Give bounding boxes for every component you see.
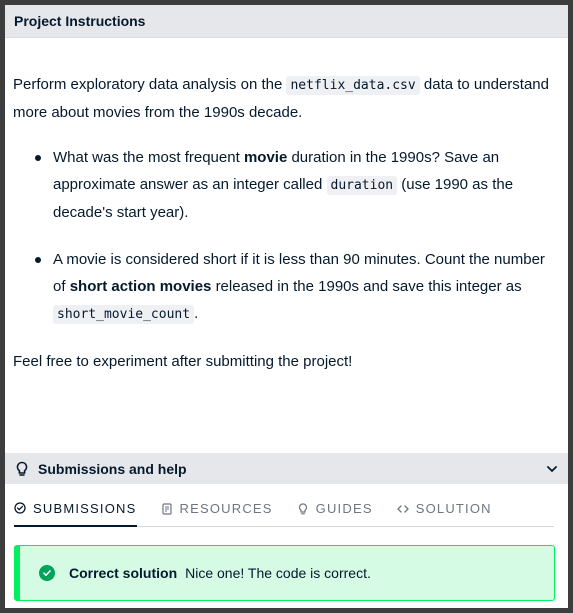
intro-paragraph: Perform exploratory data analysis on the… (13, 71, 560, 126)
document-icon (161, 502, 173, 515)
result-banner: Correct solution Nice one! The code is c… (14, 545, 555, 601)
task-emphasis: movie (243, 149, 288, 166)
inline-code: netflix_data.csv (286, 76, 420, 95)
code-icon (397, 503, 409, 515)
inline-code: duration (326, 176, 398, 195)
tab-submissions[interactable]: SUBMISSIONS (14, 495, 137, 527)
inline-code: short_movie_count (53, 305, 195, 324)
intro-text: Perform exploratory data analysis on the (13, 76, 283, 93)
tab-label: SUBMISSIONS (33, 500, 137, 516)
panel-header: Project Instructions (5, 5, 568, 38)
tab-resources[interactable]: RESOURCES (161, 495, 273, 526)
check-circle-icon (14, 502, 26, 514)
task-text: What was the most frequent (53, 149, 240, 166)
lightbulb-icon (14, 461, 30, 477)
check-icon (39, 565, 55, 581)
task-item: What was the most frequent movie duratio… (35, 144, 560, 226)
submissions-panel-title: Submissions and help (38, 460, 187, 477)
task-item: A movie is considered short if it is les… (35, 246, 560, 328)
task-emphasis: short action movies (69, 278, 212, 295)
result-message: Nice one! The code is correct. (185, 565, 371, 581)
chevron-down-icon[interactable] (545, 462, 559, 476)
task-text: released in the 1990s and save this inte… (215, 278, 522, 295)
instructions-panel: Project Instructions Perform exploratory… (5, 5, 568, 608)
task-list: What was the most frequent movie duratio… (13, 144, 560, 328)
task-text: . (194, 305, 199, 322)
tab-label: SOLUTION (415, 501, 492, 516)
tab-label: GUIDES (315, 501, 373, 516)
tab-label: RESOURCES (179, 501, 273, 516)
result-title: Correct solution (69, 565, 178, 581)
lightbulb-icon (297, 502, 309, 515)
tab-bar: SUBMISSIONS RESOURCES GUIDES SOLUTION (14, 495, 554, 527)
tab-solution[interactable]: SOLUTION (397, 495, 492, 526)
instructions-body: Perform exploratory data analysis on the… (5, 38, 568, 375)
closing-paragraph: Feel free to experiment after submitting… (13, 353, 353, 370)
submissions-panel-header[interactable]: Submissions and help (5, 453, 568, 484)
panel-title: Project Instructions (14, 13, 146, 29)
tab-guides[interactable]: GUIDES (297, 495, 373, 526)
